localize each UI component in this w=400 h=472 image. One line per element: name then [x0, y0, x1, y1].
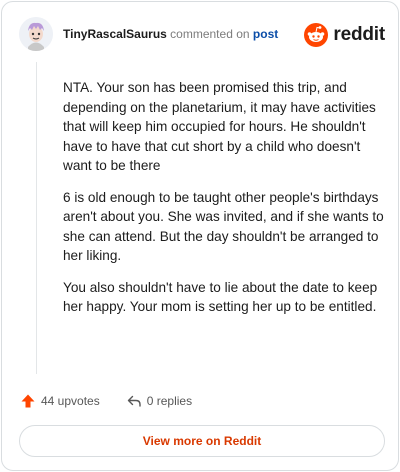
comment-actions: 44 upvotes 0 replies	[20, 392, 192, 410]
username-link[interactable]: TinyRascalSaurus	[63, 27, 167, 41]
comment-card: TinyRascalSaurus commented on post reddi…	[1, 1, 399, 471]
comment-body: NTA. Your son has been promised this tri…	[63, 78, 387, 329]
arrow-up-icon	[21, 394, 35, 408]
reply-icon	[127, 395, 141, 407]
comment-byline: TinyRascalSaurus commented on post	[63, 27, 278, 41]
comment-paragraph: You also shouldn't have to lie about the…	[63, 279, 378, 315]
comment-header: TinyRascalSaurus commented on post reddi…	[19, 17, 385, 53]
reddit-snoo-icon	[304, 23, 329, 47]
thread-line	[36, 62, 37, 374]
upvote-button[interactable]: 44 upvotes	[20, 393, 100, 409]
action-text: commented on	[170, 27, 250, 41]
comment-paragraph: 6 is old enough to be taught other peopl…	[63, 189, 384, 264]
post-link[interactable]: post	[253, 27, 278, 41]
user-avatar[interactable]	[19, 17, 53, 51]
view-more-button[interactable]: View more on Reddit	[19, 425, 385, 457]
reddit-wordmark: reddit	[333, 24, 385, 45]
reply-count: 0 replies	[146, 394, 193, 408]
comment-paragraph: NTA. Your son has been promised this tri…	[63, 80, 376, 173]
reply-button[interactable]: 0 replies	[126, 393, 192, 409]
upvote-count: 44 upvotes	[41, 394, 100, 408]
avatar-image	[19, 17, 53, 51]
reddit-logo[interactable]: reddit	[304, 21, 385, 49]
